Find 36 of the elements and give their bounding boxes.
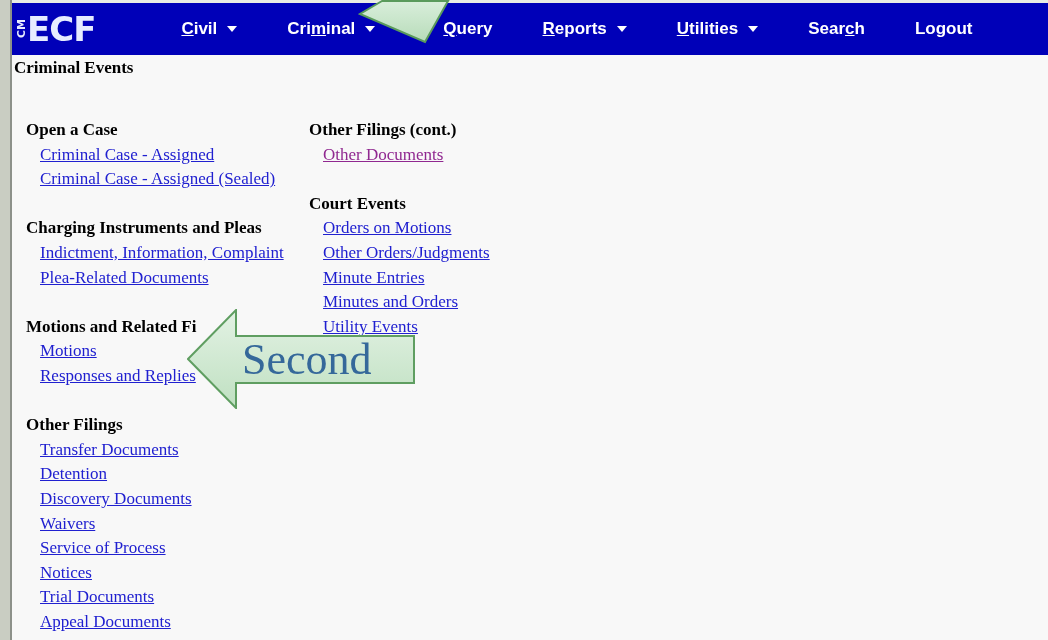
event-link[interactable]: Discovery Documents: [40, 488, 192, 508]
event-link[interactable]: Utility Events: [323, 316, 418, 336]
event-link[interactable]: Appeal Documents: [40, 611, 171, 631]
menu-item[interactable]: Search: [808, 19, 865, 39]
event-link[interactable]: Other Orders/Judgments: [323, 242, 490, 262]
event-link[interactable]: Trial Documents: [40, 587, 155, 607]
event-link[interactable]: Criminal Case - Assigned: [40, 144, 215, 164]
menu-item[interactable]: Criminal: [287, 19, 376, 39]
event-link[interactable]: Motions: [40, 341, 97, 361]
logo: CM ECF: [16, 9, 96, 49]
event-link[interactable]: Minutes and Orders: [323, 292, 459, 312]
event-link[interactable]: Notices: [40, 562, 92, 582]
event-link[interactable]: Detention: [40, 464, 108, 484]
section-heading: Charging Instruments and Pleas: [26, 217, 263, 240]
section-heading: Other Filings (cont.): [309, 119, 458, 141]
section-heading: Other Filings: [26, 414, 124, 437]
event-link[interactable]: Transfer Documents: [40, 439, 179, 459]
section-heading: Motions and Related Fi: [26, 315, 198, 338]
menu-item[interactable]: Civil: [181, 19, 238, 39]
event-link[interactable]: Criminal Case - Assigned (Sealed): [40, 169, 276, 189]
section-heading: Open a Case: [26, 119, 119, 141]
event-link[interactable]: Indictment, Information, Complaint: [40, 242, 284, 262]
callout-label: Second: [242, 335, 372, 385]
section-heading: Court Events: [309, 192, 407, 215]
event-link[interactable]: Other Documents: [323, 144, 444, 164]
event-link[interactable]: Plea-Related Documents: [40, 267, 209, 287]
menu-item[interactable]: Reports: [542, 19, 627, 39]
event-link[interactable]: Service of Process: [40, 538, 166, 558]
event-link[interactable]: Minute Entries: [323, 267, 425, 287]
menu-item[interactable]: Logout: [914, 19, 973, 39]
page-title: Criminal Events: [14, 58, 135, 78]
event-link[interactable]: Waivers: [40, 513, 96, 533]
event-link[interactable]: Responses and Replies: [40, 365, 196, 385]
menu-item[interactable]: Query: [443, 19, 493, 39]
menu-item[interactable]: Utilities: [676, 19, 759, 39]
event-link[interactable]: Orders on Motions: [323, 218, 452, 238]
